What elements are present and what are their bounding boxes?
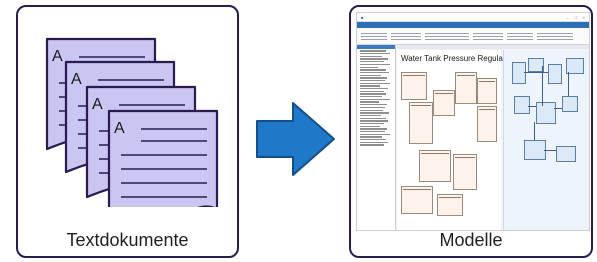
document-letter-2: A [71, 71, 82, 88]
screenshot-titlebar: ■ – □ × [357, 13, 589, 22]
screenshot-block-diagram [503, 50, 589, 230]
document-letter-4: A [114, 120, 125, 137]
modeling-tool-screenshot: ■ – □ × Water Tank Pressure Regulator [356, 12, 590, 231]
document-page-4 [107, 109, 219, 207]
screenshot-diagram-canvas: Water Tank Pressure Regulator [397, 50, 512, 230]
document-letter-1: A [52, 48, 63, 65]
screenshot-ribbon [357, 28, 589, 45]
text-documents-caption: Textdokumente [66, 230, 189, 250]
diagram-title: Water Tank Pressure Regulator [401, 54, 513, 63]
screenshot-tabs [397, 45, 589, 49]
document-letter-3: A [92, 96, 103, 113]
models-panel: ■ – □ × Water Tank Pressure Regulator Mo… [349, 5, 593, 258]
models-caption: Modelle [439, 230, 503, 250]
right-arrow-icon [256, 102, 335, 176]
text-documents-panel: A A A A Textdokumente [16, 5, 239, 258]
document-stack-icon: A A A A [45, 37, 219, 207]
screenshot-project-browser [357, 45, 396, 230]
